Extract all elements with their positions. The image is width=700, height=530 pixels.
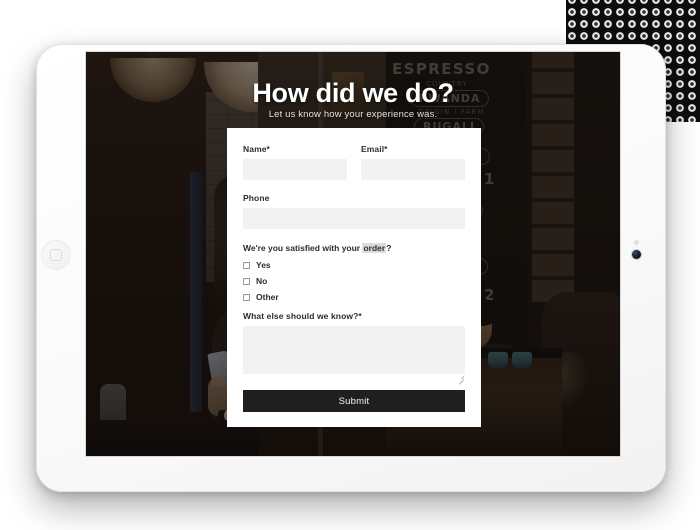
light-sensor-icon [634,240,639,245]
name-email-row: Name* Email* [243,144,465,180]
choice-other-label: Other [256,292,279,302]
survey-page: How did we do? Let us know how your expe… [86,52,620,456]
page-title: How did we do? [252,78,454,108]
checkbox-no-icon[interactable] [243,277,250,285]
question-misspelled-word: order [362,243,387,253]
phone-field-group: Phone [243,193,465,229]
feedback-form-card: Name* Email* Phone We're you satisfied w… [227,128,481,427]
choice-yes-label: Yes [256,260,271,270]
name-input[interactable] [243,159,347,180]
email-label: Email* [361,144,388,154]
satisfaction-question-label: We're you satisfied with your order? [243,243,465,253]
choice-other[interactable]: Other [243,292,465,302]
screenshot-stage: ESPRESSO COUNTRY RWANDA ORIGIN / FARM RU… [0,0,700,530]
email-input[interactable] [361,159,465,180]
checkbox-other-icon[interactable] [243,293,250,301]
name-label: Name* [243,144,270,154]
choice-no[interactable]: No [243,276,465,286]
phone-input[interactable] [243,208,465,229]
front-camera-icon [632,250,641,259]
email-field-group: Email* [361,144,465,180]
tablet-screen: ESPRESSO COUNTRY RWANDA ORIGIN / FARM RU… [86,52,620,456]
satisfaction-question-group: We're you satisfied with your order? Yes… [243,243,465,302]
home-button[interactable] [41,240,71,270]
submit-button[interactable]: Submit [243,390,465,412]
page-subtitle: Let us know how your experience was. [268,109,438,120]
textarea-resize-handle-icon[interactable] [457,373,465,385]
choice-yes[interactable]: Yes [243,260,465,270]
comments-textarea[interactable] [243,326,465,374]
checkbox-yes-icon[interactable] [243,261,250,269]
name-field-group: Name* [243,144,347,180]
home-button-square-icon [50,249,62,261]
choice-no-label: No [256,276,268,286]
question-prefix: We're you satisfied with your [243,243,363,253]
phone-label: Phone [243,193,270,203]
comments-field-group: What else should we know?* [243,311,465,374]
question-suffix: ? [386,243,392,253]
comments-label: What else should we know?* [243,311,362,321]
